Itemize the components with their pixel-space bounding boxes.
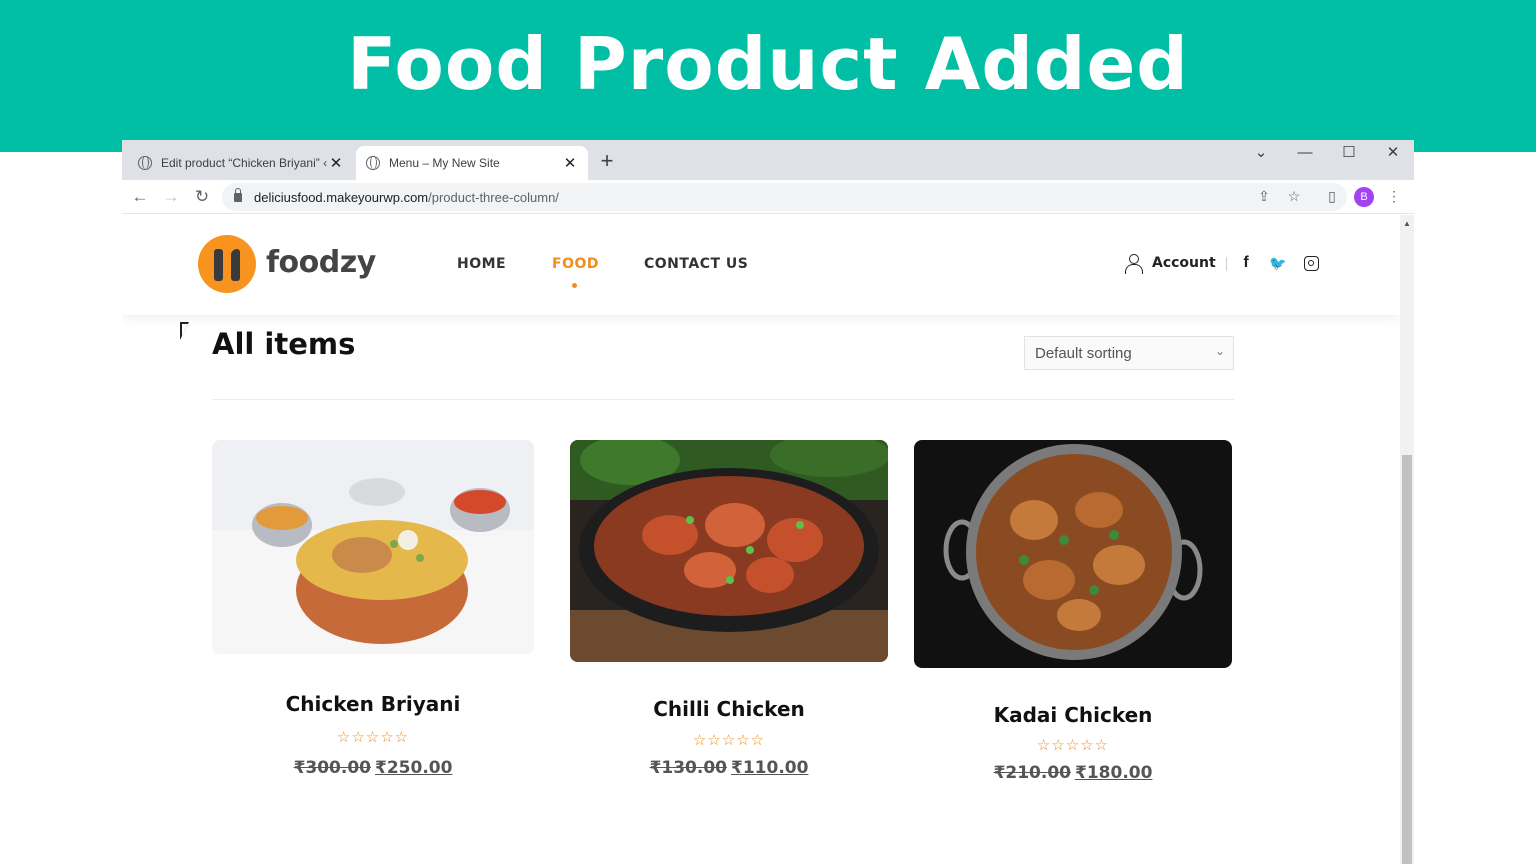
scroll-up-icon[interactable]: ▲ — [1403, 219, 1411, 228]
nav-home[interactable]: HOME — [457, 256, 506, 272]
active-indicator — [572, 283, 577, 288]
tab-search-icon[interactable]: ⌄ — [1250, 142, 1272, 164]
sale-price: ₹110.00 — [731, 758, 809, 778]
browser-window: Edit product “Chicken Briyani” ‹ N ✕ Men… — [122, 140, 1414, 864]
product-price: ₹210.00 ₹180.00 — [914, 763, 1232, 783]
product-price: ₹130.00 ₹110.00 — [570, 758, 888, 778]
globe-icon — [366, 156, 380, 170]
chevron-down-icon: ⌄ — [1214, 344, 1225, 358]
product-card[interactable]: Kadai Chicken ☆☆☆☆☆ ₹210.00 ₹180.00 — [914, 440, 1232, 795]
sort-select[interactable]: Default sorting ⌄ — [1024, 336, 1234, 370]
share-icon[interactable]: ⇪ — [1254, 186, 1274, 206]
close-tab-icon[interactable]: ✕ — [328, 154, 344, 172]
lock-icon — [234, 187, 242, 202]
close-tab-icon[interactable]: ✕ — [562, 154, 578, 172]
nav-contact-us[interactable]: CONTACT US — [644, 256, 748, 272]
profile-avatar[interactable]: B — [1354, 187, 1374, 207]
minimize-button[interactable]: — — [1294, 142, 1316, 164]
tab-edit-product[interactable]: Edit product “Chicken Briyani” ‹ N ✕ — [128, 146, 354, 180]
regular-price: ₹210.00 — [993, 763, 1071, 783]
product-image-kadai-chicken[interactable] — [914, 440, 1232, 668]
product-title[interactable]: Chilli Chicken — [570, 697, 888, 721]
product-card[interactable]: Chicken Briyani ☆☆☆☆☆ ₹300.00 ₹250.00 — [212, 440, 534, 790]
product-image-chicken-briyani[interactable] — [212, 440, 534, 654]
sort-selected-value: Default sorting — [1035, 345, 1132, 362]
web-page: foodzy HOME FOOD CONTACT US Account f 🐦 … — [122, 215, 1400, 864]
vertical-scrollbar[interactable]: ▲ — [1400, 215, 1414, 864]
maximize-button[interactable]: ☐ — [1338, 142, 1360, 164]
rating-stars: ☆☆☆☆☆ — [1036, 737, 1110, 754]
header-divider — [1226, 257, 1227, 271]
account-link[interactable]: Account — [1124, 253, 1216, 274]
back-button[interactable]: ← — [129, 186, 151, 208]
browser-menu-icon[interactable]: ⋮ — [1384, 186, 1404, 206]
new-tab-button[interactable]: + — [597, 150, 617, 172]
tab-strip: Edit product “Chicken Briyani” ‹ N ✕ Men… — [122, 140, 1414, 180]
reload-button[interactable]: ↻ — [191, 186, 213, 208]
twitter-icon[interactable]: 🐦 — [1269, 253, 1287, 273]
biryani-illustration — [212, 440, 534, 654]
banner-title: Food Product Added — [347, 22, 1189, 106]
fork-icon — [214, 249, 223, 281]
bookmark-star-icon[interactable]: ☆ — [1284, 186, 1304, 206]
knife-icon — [231, 249, 240, 281]
facebook-icon[interactable]: f — [1237, 253, 1255, 273]
kadai-chicken-illustration — [914, 440, 1232, 668]
product-title[interactable]: Kadai Chicken — [914, 703, 1232, 727]
account-label: Account — [1152, 255, 1216, 271]
forward-button[interactable]: → — [160, 186, 182, 208]
logo-text[interactable]: foodzy — [266, 245, 376, 280]
browser-toolbar: ← → ↻ deliciusfood.makeyourwp.com/produc… — [122, 180, 1414, 214]
address-bar[interactable]: deliciusfood.makeyourwp.com/product-thre… — [222, 183, 1347, 211]
product-image-chilli-chicken[interactable] — [570, 440, 888, 662]
regular-price: ₹300.00 — [293, 758, 371, 778]
tab-label: Menu – My New Site — [389, 156, 500, 170]
product-price: ₹300.00 ₹250.00 — [212, 758, 534, 778]
url-path: /product-three-column/ — [428, 189, 559, 205]
tab-label: Edit product “Chicken Briyani” ‹ N — [161, 156, 328, 170]
sale-price: ₹250.00 — [375, 758, 453, 778]
chilli-chicken-illustration — [570, 440, 888, 662]
logo-icon[interactable] — [198, 235, 256, 293]
page-title: All items — [212, 327, 356, 361]
product-title[interactable]: Chicken Briyani — [212, 692, 534, 716]
nav-food[interactable]: FOOD — [552, 256, 599, 272]
scroll-thumb[interactable] — [1402, 455, 1412, 864]
url-host: deliciusfood.makeyourwp.com — [254, 189, 429, 205]
side-panel-icon[interactable]: ▯ — [1322, 186, 1342, 206]
globe-icon — [138, 156, 152, 170]
section-divider — [212, 399, 1234, 400]
site-header: foodzy HOME FOOD CONTACT US Account f 🐦 — [122, 215, 1400, 315]
regular-price: ₹130.00 — [649, 758, 727, 778]
rating-stars: ☆☆☆☆☆ — [336, 729, 410, 746]
promo-banner: Food Product Added — [0, 0, 1536, 152]
user-icon — [1124, 253, 1143, 274]
product-card[interactable]: Chilli Chicken ☆☆☆☆☆ ₹130.00 ₹110.00 — [570, 440, 888, 790]
rating-stars: ☆☆☆☆☆ — [692, 732, 766, 749]
mouse-cursor-icon — [180, 322, 195, 340]
close-window-button[interactable]: ✕ — [1382, 142, 1404, 164]
sale-price: ₹180.00 — [1075, 763, 1153, 783]
tab-menu[interactable]: Menu – My New Site ✕ — [356, 146, 588, 180]
instagram-icon[interactable] — [1304, 256, 1319, 271]
